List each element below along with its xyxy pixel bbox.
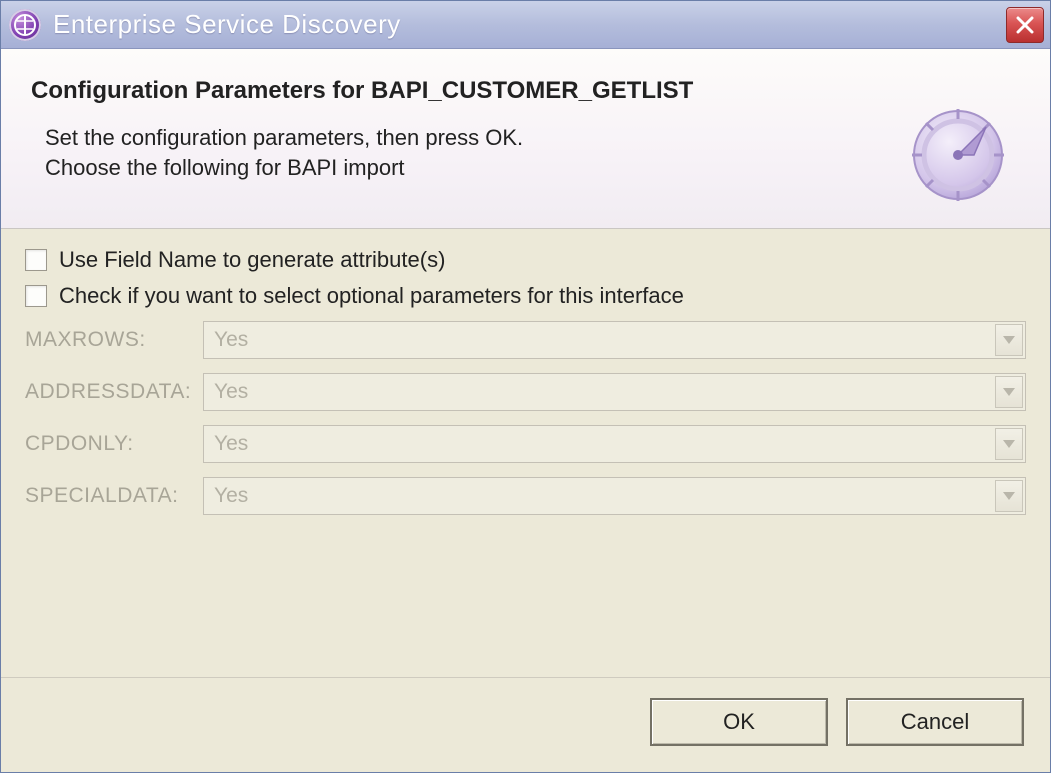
chevron-down-icon bbox=[995, 428, 1023, 460]
compass-icon bbox=[908, 105, 1008, 205]
cancel-button[interactable]: Cancel bbox=[846, 698, 1024, 746]
app-icon bbox=[9, 9, 41, 41]
checkbox-row-optional-params: Check if you want to select optional par… bbox=[25, 283, 1026, 309]
desc-line-1: Set the configuration parameters, then p… bbox=[45, 125, 523, 150]
combo-value: Yes bbox=[214, 432, 248, 456]
combo-maxrows: Yes bbox=[203, 321, 1026, 359]
chevron-down-icon bbox=[995, 480, 1023, 512]
dialog-window: Enterprise Service Discovery Configurati… bbox=[0, 0, 1051, 773]
param-label-specialdata: SPECIALDATA: bbox=[25, 484, 203, 508]
close-button[interactable] bbox=[1006, 7, 1044, 43]
checkbox-use-field-name[interactable] bbox=[25, 249, 47, 271]
combo-value: Yes bbox=[214, 484, 248, 508]
combo-value: Yes bbox=[214, 328, 248, 352]
button-bar: OK Cancel bbox=[1, 677, 1050, 772]
titlebar: Enterprise Service Discovery bbox=[1, 1, 1050, 49]
param-label-cpdonly: CPDONLY: bbox=[25, 432, 203, 456]
chevron-down-icon bbox=[995, 324, 1023, 356]
checkbox-row-field-name: Use Field Name to generate attribute(s) bbox=[25, 247, 1026, 273]
combo-cpdonly: Yes bbox=[203, 425, 1026, 463]
window-title: Enterprise Service Discovery bbox=[53, 9, 1006, 40]
desc-line-2: Choose the following for BAPI import bbox=[45, 155, 405, 180]
form-area: Use Field Name to generate attribute(s) … bbox=[1, 229, 1050, 677]
combo-specialdata: Yes bbox=[203, 477, 1026, 515]
close-icon bbox=[1015, 15, 1035, 35]
page-description: Set the configuration parameters, then p… bbox=[31, 123, 811, 182]
checkbox-label: Use Field Name to generate attribute(s) bbox=[59, 247, 445, 273]
page-title: Configuration Parameters for BAPI_CUSTOM… bbox=[31, 77, 1020, 105]
chevron-down-icon bbox=[995, 376, 1023, 408]
combo-value: Yes bbox=[214, 380, 248, 404]
ok-button[interactable]: OK bbox=[650, 698, 828, 746]
param-label-addressdata: ADDRESSDATA: bbox=[25, 380, 203, 404]
parameter-grid: MAXROWS: Yes ADDRESSDATA: Yes CPDONLY: Y… bbox=[25, 321, 1026, 515]
checkbox-select-optional-params[interactable] bbox=[25, 285, 47, 307]
combo-addressdata: Yes bbox=[203, 373, 1026, 411]
checkbox-label: Check if you want to select optional par… bbox=[59, 283, 684, 309]
header-panel: Configuration Parameters for BAPI_CUSTOM… bbox=[1, 49, 1050, 229]
param-label-maxrows: MAXROWS: bbox=[25, 328, 203, 352]
